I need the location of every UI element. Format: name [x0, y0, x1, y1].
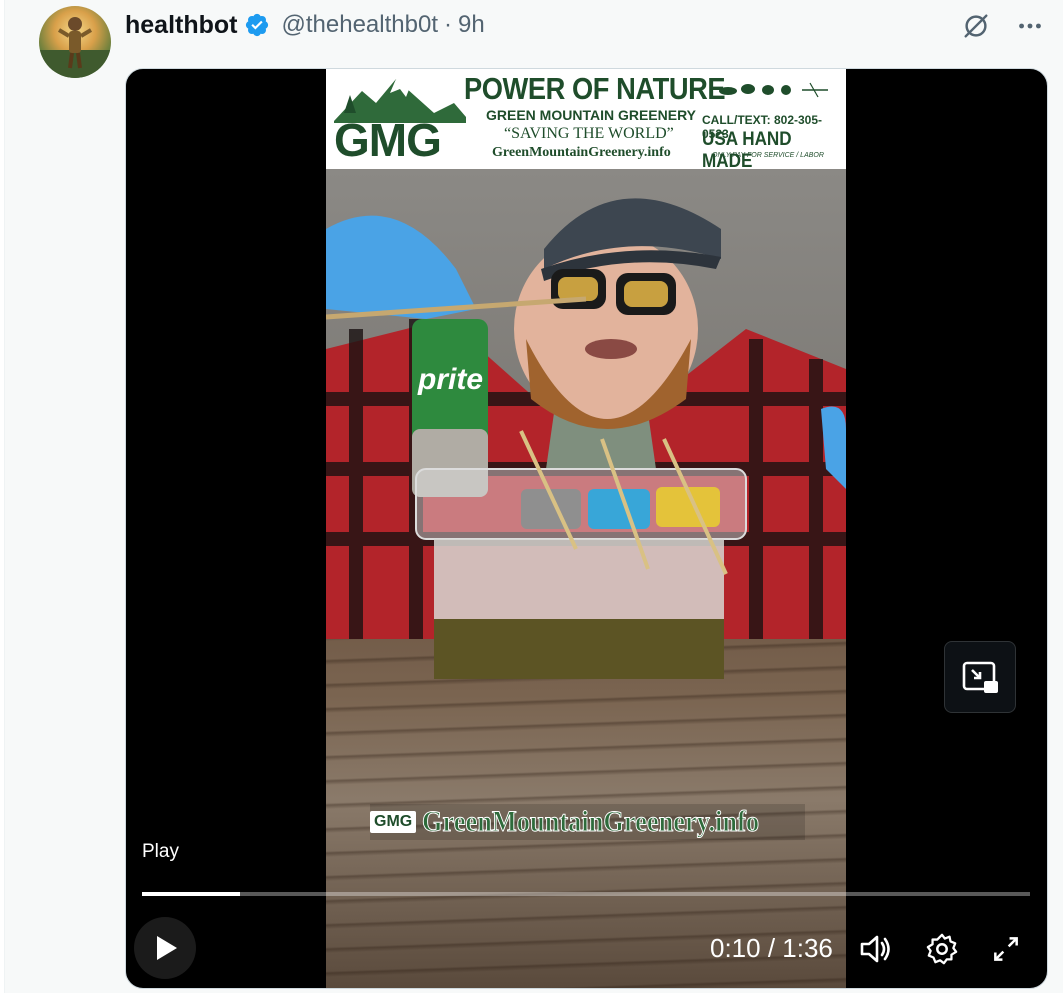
grok-icon[interactable]: [960, 10, 992, 42]
video-scene: prite: [326, 169, 846, 988]
video-watermark: GMG GreenMountainGreenery.info: [370, 804, 806, 840]
banner-logo-text: GMG: [334, 114, 442, 166]
video-banner: GMG POWER OF NATURE GREEN MOUNTAIN GREEN…: [326, 69, 846, 172]
time-readout: 0:10 / 1:36: [710, 933, 833, 963]
progress-fill: [142, 892, 240, 896]
play-button[interactable]: [134, 917, 196, 979]
timestamp[interactable]: 9h: [458, 11, 485, 39]
banner-title: POWER OF NATURE: [464, 71, 726, 106]
banner-company: GREEN MOUNTAIN GREENERY: [486, 107, 697, 123]
progress-bar[interactable]: [142, 892, 1030, 896]
more-icon[interactable]: [1014, 10, 1046, 42]
video-frame: GMG POWER OF NATURE GREEN MOUNTAIN GREEN…: [326, 69, 846, 988]
banner-url: GreenMountainGreenery.info: [492, 145, 671, 160]
play-icon: [157, 936, 177, 960]
picture-in-picture-button[interactable]: [944, 641, 1016, 713]
handle[interactable]: @thehealthb0t: [282, 11, 438, 39]
avatar[interactable]: [39, 6, 111, 78]
volume-icon: [860, 935, 890, 963]
picture-in-picture-icon: [962, 661, 998, 693]
verified-badge-icon[interactable]: [244, 12, 270, 38]
settings-button[interactable]: [922, 929, 962, 969]
post-card: healthbot @thehealthb0t · 9h GMG POWER O…: [4, 0, 1063, 993]
fullscreen-icon: [994, 937, 1018, 961]
banner-slogan: “SAVING THE WORLD”: [504, 125, 674, 142]
seeds-icon: [719, 82, 828, 98]
fullscreen-button[interactable]: [986, 929, 1026, 969]
volume-button[interactable]: [856, 929, 896, 969]
avatar-image: [39, 17, 111, 78]
watermark-logo: GMG: [370, 811, 417, 833]
gear-icon: [926, 933, 958, 965]
scene-illustration: prite: [326, 198, 846, 679]
post-header: healthbot @thehealthb0t · 9h: [125, 8, 485, 42]
separator: ·: [443, 11, 452, 38]
video-player[interactable]: GMG POWER OF NATURE GREEN MOUNTAIN GREEN…: [125, 68, 1048, 989]
watermark-text: GreenMountainGreenery.info: [422, 805, 760, 839]
can-label: prite: [417, 363, 483, 396]
banner-pay-note: ONLY PAY FOR SERVICE / LABOR: [712, 152, 824, 159]
banner-made: USA HAND MADE: [702, 129, 792, 172]
header-actions: [960, 10, 1046, 42]
play-tooltip: Play: [142, 841, 179, 862]
display-name[interactable]: healthbot: [125, 11, 238, 40]
